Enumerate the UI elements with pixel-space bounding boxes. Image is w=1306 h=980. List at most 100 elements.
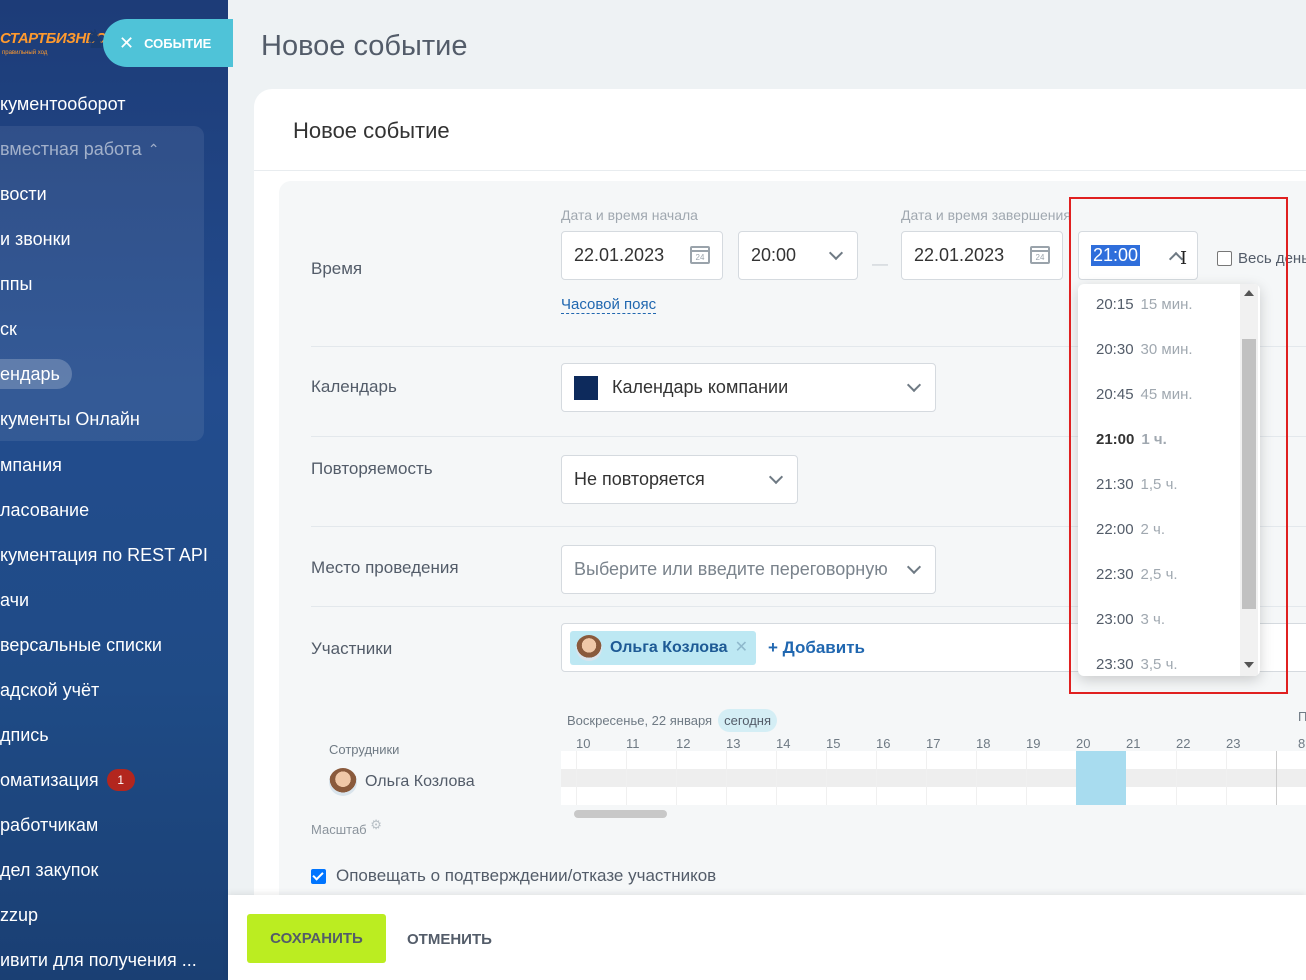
chevron-down-icon: [768, 469, 784, 485]
sidebar-item-calls[interactable]: и звонки: [0, 224, 71, 254]
staff-label: Сотрудники: [329, 742, 400, 757]
participants-label: Участники: [311, 639, 393, 658]
hour-label: 23: [1226, 736, 1241, 751]
hour-label: 14: [776, 736, 791, 751]
start-date-input[interactable]: 22.01.2023 24: [561, 231, 723, 280]
sidebar-item-tasks[interactable]: ачи: [0, 585, 29, 615]
sidebar-item-documents[interactable]: кументооборот: [0, 89, 125, 119]
day-end-line: [1276, 751, 1277, 805]
selected-timeslot[interactable]: [1076, 751, 1126, 805]
hour-label: 18: [976, 736, 991, 751]
sidebar-item-activity[interactable]: ивити для получения ...: [0, 945, 197, 975]
sidebar-item-developers[interactable]: работчикам: [0, 810, 98, 840]
sidebar-item-disk[interactable]: ск: [0, 314, 17, 344]
start-time-select[interactable]: 20:00: [738, 231, 858, 280]
grid-line: [576, 751, 577, 805]
chevron-up-icon: ⌃: [147, 140, 160, 157]
save-button[interactable]: СОХРАНИТЬ: [247, 914, 386, 963]
close-slider-button[interactable]: ✕ СОБЫТИЕ: [103, 19, 233, 67]
scale-label[interactable]: Масштаб ⚙: [311, 817, 382, 838]
grid-line: [1026, 751, 1027, 805]
end-datetime-label: Дата и время завершения: [901, 207, 1071, 223]
planner-date: Воскресенье, 22 января сегодня: [567, 709, 778, 732]
calendar-color-swatch: [574, 375, 598, 400]
chevron-down-icon: [828, 245, 844, 261]
hour-label: 13: [726, 736, 741, 751]
chevron-down-icon: [906, 559, 922, 575]
chevron-down-icon: [906, 377, 922, 393]
hour-label: 16: [876, 736, 891, 751]
busy-band: [561, 769, 1306, 787]
hour-label: 21: [1126, 736, 1141, 751]
grid-line: [876, 751, 877, 805]
avatar: [329, 768, 357, 796]
sidebar-item-news[interactable]: вости: [0, 179, 47, 209]
hour-label: 11: [626, 736, 640, 751]
next-day-label: П: [1298, 709, 1306, 724]
sidebar-item-docs-online[interactable]: кументы Онлайн: [0, 404, 140, 434]
company-logo[interactable]: СТАРТБИЗНЕС правильный ход ♞: [0, 22, 110, 62]
hour-label: 19: [1026, 736, 1041, 751]
gear-icon[interactable]: ⚙: [370, 817, 382, 832]
location-input[interactable]: Выберите или введите переговорную: [561, 545, 936, 594]
sidebar-item-groups[interactable]: ппы: [0, 269, 32, 299]
close-icon: ✕: [119, 32, 135, 53]
repeat-label: Повторяемость: [311, 459, 433, 478]
calendar-select[interactable]: Календарь компании: [561, 363, 936, 412]
time-label: Время: [311, 259, 363, 278]
hour-label: 12: [676, 736, 691, 751]
grid-line: [826, 751, 827, 805]
grid-line: [626, 751, 627, 805]
sidebar-item-automation[interactable]: оматизация 1: [0, 765, 135, 795]
sidebar-item-zzup[interactable]: zzup: [0, 900, 38, 930]
grid-line: [726, 751, 727, 805]
grid-line: [1176, 751, 1177, 805]
grid-line: [776, 751, 777, 805]
range-dash: —: [872, 256, 888, 273]
sidebar-item-rest-api[interactable]: кументация по REST API: [0, 540, 208, 570]
highlight-box: [1069, 197, 1288, 694]
location-label: Место проведения: [311, 558, 459, 577]
sidebar-item-lists[interactable]: версальные списки: [0, 630, 162, 660]
sidebar-item-calendar[interactable]: ендарь: [0, 359, 72, 389]
sidebar-item-collaboration[interactable]: вместная работа ⌃: [0, 134, 159, 164]
cancel-button[interactable]: ОТМЕНИТЬ: [407, 931, 492, 948]
grid-line: [976, 751, 977, 805]
hour-label: 8: [1298, 736, 1306, 751]
hour-label: 17: [926, 736, 941, 751]
logo-subtitle: правильный ход: [2, 50, 48, 56]
repeat-select[interactable]: Не повторяется: [561, 455, 798, 504]
calendar-icon[interactable]: 24: [1030, 246, 1050, 264]
grid-line: [676, 751, 677, 805]
card-title: Новое событие: [293, 118, 450, 143]
avatar: [576, 635, 602, 661]
divider: [254, 170, 1306, 171]
left-sidebar: СТАРТБИЗНЕС правильный ход ♞ кументообор…: [0, 0, 228, 980]
checkbox-checked[interactable]: [311, 868, 326, 884]
sidebar-item-approval[interactable]: ласование: [0, 495, 89, 525]
sidebar-item-signature[interactable]: дпись: [0, 720, 49, 750]
hour-label: 20: [1076, 736, 1091, 751]
sidebar-item-purchases[interactable]: дел закупок: [0, 855, 98, 885]
hour-label: 15: [826, 736, 841, 751]
grid-line: [1226, 751, 1227, 805]
planner-scrollbar[interactable]: [574, 810, 667, 818]
staff-row: Ольга Козлова: [329, 768, 475, 796]
grid-line: [926, 751, 927, 805]
today-badge[interactable]: сегодня: [718, 709, 778, 732]
footer-bar: [228, 895, 1306, 980]
hour-label: 10: [576, 736, 591, 751]
participant-chip[interactable]: Ольга Козлова ✕: [570, 631, 756, 665]
counter-badge: 1: [106, 769, 135, 791]
notify-checkbox[interactable]: Оповещать о подтверждении/отказе участни…: [311, 866, 716, 886]
calendar-label: Календарь: [311, 377, 397, 396]
planner-grid[interactable]: [561, 751, 1306, 805]
add-participant-button[interactable]: + Добавить: [768, 638, 865, 658]
hour-label: 22: [1176, 736, 1191, 751]
sidebar-item-company[interactable]: мпания: [0, 450, 62, 480]
timezone-link[interactable]: Часовой пояс: [561, 296, 657, 314]
remove-icon[interactable]: ✕: [735, 637, 748, 657]
end-date-input[interactable]: 22.01.2023 24: [901, 231, 1063, 280]
sidebar-item-warehouse[interactable]: адской учёт: [0, 675, 99, 705]
calendar-icon[interactable]: 24: [690, 246, 710, 264]
